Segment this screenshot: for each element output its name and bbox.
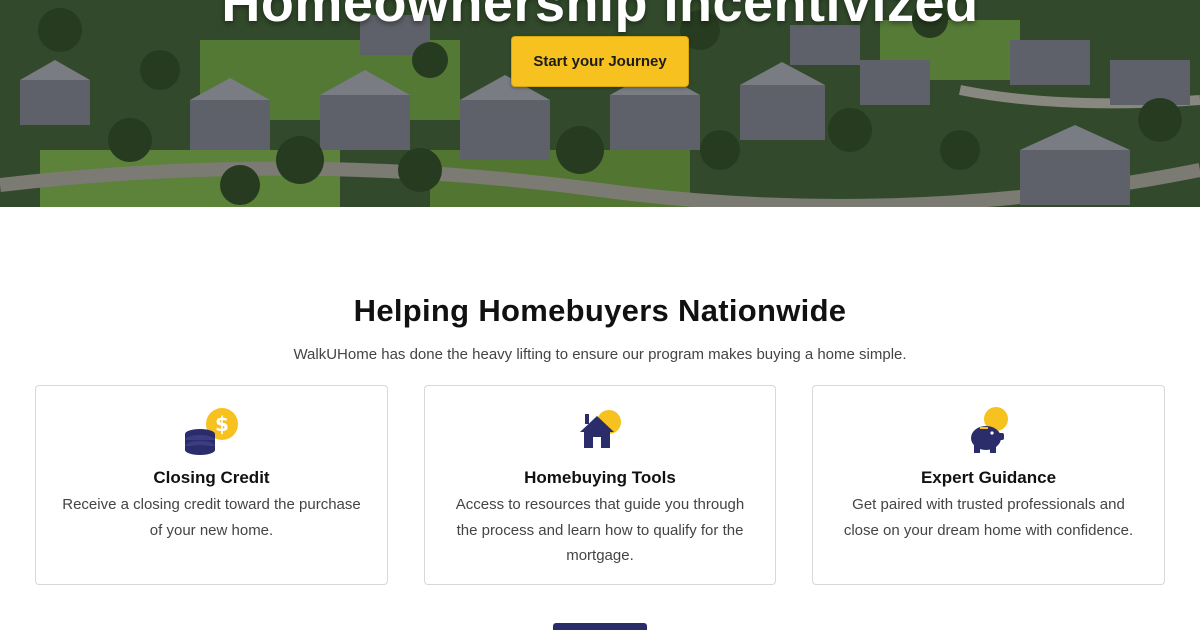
feature-card-closing-credit: $ Closing Credit Receive a closing credi… bbox=[35, 385, 388, 585]
card-title: Expert Guidance bbox=[920, 468, 1057, 487]
feature-card-expert-guidance: Expert Guidance Get paired with trusted … bbox=[812, 385, 1165, 585]
svg-text:$: $ bbox=[215, 412, 229, 436]
partial-navy-button[interactable] bbox=[553, 623, 647, 630]
card-text: Get paired with trusted professionals an… bbox=[843, 496, 1134, 539]
hero-banner: Homeownership Incentivized Start your Jo… bbox=[0, 0, 1200, 207]
card-title: Homebuying Tools bbox=[524, 468, 676, 487]
card-text: Receive a closing credit toward the purc… bbox=[62, 496, 361, 539]
house-icon bbox=[425, 406, 775, 456]
section-title: Helping Homebuyers Nationwide bbox=[353, 293, 847, 328]
feature-card-homebuying-tools: Homebuying Tools Access to resources tha… bbox=[424, 385, 776, 585]
card-title: Closing Credit bbox=[153, 468, 270, 487]
coins-icon: $ bbox=[36, 406, 387, 456]
section-subtitle: WalkUHome has done the heavy lifting to … bbox=[293, 346, 907, 363]
hero-title: Homeownership Incentivized bbox=[221, 0, 979, 33]
card-text: Access to resources that guide you throu… bbox=[455, 496, 745, 564]
piggy-bank-icon bbox=[813, 406, 1164, 456]
start-journey-button[interactable]: Start your Journey bbox=[511, 36, 689, 87]
